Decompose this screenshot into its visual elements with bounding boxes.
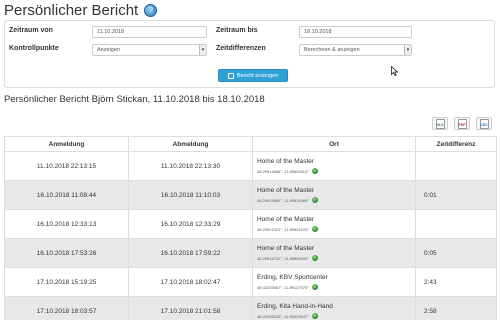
help-icon[interactable]: ? <box>144 3 158 17</box>
coordinates-text: 48.29919663°, 11.89514469° <box>257 197 309 203</box>
column-header-ort[interactable]: Ort <box>252 136 416 152</box>
ort-cell: Home of the Master 48.29914668°, 11.8950… <box>252 151 416 181</box>
zeitraum-bis-label: Zeitraum bis <box>216 27 258 34</box>
zeitdifferenzen-select[interactable]: Berechnen & anzeigen ▾ <box>299 44 412 56</box>
ort-coordinates: 48.29435015°, 11.90429647° <box>257 313 415 319</box>
anmeldung-cell: 16.10.2018 11:08:44 <box>4 180 129 210</box>
ort-cell: Erding, KBV Sportcenter 48.32205987°, 11… <box>252 267 416 297</box>
bericht-erzeugen-button[interactable]: Bericht erzeugen <box>218 69 288 82</box>
ort-name: Erding, KBV Sportcenter <box>257 274 328 281</box>
abmeldung-cell: 17.10.2018 21:01:58 <box>128 296 253 320</box>
zeitdifferenzen-label: Zeitdifferenzen <box>216 45 266 52</box>
coordinates-text: 48.29435015°, 11.90429647° <box>257 313 309 319</box>
zeitdifferenz-cell: 2:58 <box>415 296 497 320</box>
ort-name: Home of the Master <box>257 245 315 252</box>
coordinates-text: 48.32205987°, 11.89127075° <box>257 284 309 290</box>
chevron-down-icon: ▾ <box>404 45 411 55</box>
zeitdifferenz-cell: 2:43 <box>415 267 497 297</box>
column-header-zeitdifferenz[interactable]: Zeitdifferenz <box>415 136 497 152</box>
ort-coordinates: 48.32205987°, 11.89127075° <box>257 284 415 290</box>
bericht-erzeugen-label: Bericht erzeugen <box>236 72 279 79</box>
column-header-abmeldung[interactable]: Abmeldung <box>128 136 253 152</box>
ort-name: Home of the Master <box>257 158 315 165</box>
abmeldung-cell: 16.10.2018 11:10:03 <box>128 180 253 210</box>
table-row: 17.10.2018 18:03:57 17.10.2018 21:01:58 … <box>4 296 497 320</box>
zeitdifferenz-cell <box>415 209 497 239</box>
zeitdifferenz-cell: 0:01 <box>415 180 497 210</box>
abmeldung-cell: 11.10.2018 22:13:30 <box>128 151 253 181</box>
kontrollpunkte-label: Kontrollpunkte <box>9 45 59 52</box>
filter-panel: Zeitraum von Zeitraum bis Kontrollpunkte… <box>4 20 495 88</box>
anmeldung-cell: 16.10.2018 17:53:26 <box>4 238 129 268</box>
table-row: 11.10.2018 22:13:15 11.10.2018 22:13:30 … <box>4 151 497 181</box>
excel-export-icon: XLS <box>435 118 445 129</box>
globe-icon[interactable] <box>311 255 318 261</box>
abmeldung-cell: 16.10.2018 12:33:29 <box>128 209 253 239</box>
table-row: 16.10.2018 11:08:44 16.10.2018 11:10:03 … <box>4 180 497 210</box>
anmeldung-cell: 11.10.2018 22:13:15 <box>4 151 129 181</box>
ort-name: Erding, Kita Hand-in-Hand <box>257 303 333 310</box>
globe-icon[interactable] <box>311 168 318 174</box>
table-row: 17.10.2018 15:19:25 17.10.2018 18:02:47 … <box>4 267 497 297</box>
ort-cell: Erding, Kita Hand-in-Hand 48.29435015°, … <box>252 296 416 320</box>
report-subtitle: Persönlicher Bericht Björn Stickan, 11.1… <box>4 94 265 105</box>
coordinates-text: 48.29915732°, 11.89509160° <box>257 255 309 261</box>
pdf-export-icon: PDF <box>457 118 467 129</box>
mouse-cursor-icon <box>391 66 398 76</box>
csv-export-icon: CSV <box>479 118 489 129</box>
excel-export-button[interactable]: XLS <box>432 117 448 130</box>
csv-export-button[interactable]: CSV <box>476 117 492 130</box>
chevron-down-icon: ▾ <box>199 45 206 55</box>
abmeldung-cell: 17.10.2018 18:02:47 <box>128 267 253 297</box>
pdf-export-button[interactable]: PDF <box>454 117 470 130</box>
ort-coordinates: 48.29915732°, 11.89509160° <box>257 255 415 261</box>
anmeldung-cell: 17.10.2018 15:19:25 <box>4 267 129 297</box>
globe-icon[interactable] <box>311 226 318 232</box>
ort-cell: Home of the Master 48.29919663°, 11.8951… <box>252 180 416 210</box>
globe-icon[interactable] <box>311 197 318 203</box>
abmeldung-cell: 16.10.2018 17:59:22 <box>128 238 253 268</box>
ort-cell: Home of the Master 48.29921022°, 11.8950… <box>252 209 416 239</box>
globe-icon[interactable] <box>311 313 318 319</box>
globe-icon[interactable] <box>311 284 318 290</box>
zeitraum-von-label: Zeitraum von <box>9 27 53 34</box>
ort-coordinates: 48.29914668°, 11.89504514° <box>257 168 415 174</box>
zeitraum-von-input[interactable] <box>92 26 207 38</box>
table-header-row: Anmeldung Abmeldung Ort Zeitdifferenz <box>4 136 497 152</box>
page-header: Persönlicher Bericht ? <box>4 0 158 20</box>
column-header-anmeldung[interactable]: Anmeldung <box>4 136 129 152</box>
ort-coordinates: 48.29919663°, 11.89514469° <box>257 197 415 203</box>
zeitdifferenz-cell: 0:05 <box>415 238 497 268</box>
zeitraum-bis-input[interactable] <box>299 26 412 38</box>
table-row: 16.10.2018 12:33:13 16.10.2018 12:33:29 … <box>4 209 497 239</box>
coordinates-text: 48.29921022°, 11.89503103° <box>257 226 309 232</box>
coordinates-text: 48.29914668°, 11.89504514° <box>257 168 309 174</box>
ort-name: Home of the Master <box>257 187 315 194</box>
page-title: Persönlicher Bericht <box>4 1 139 19</box>
anmeldung-cell: 17.10.2018 18:03:57 <box>4 296 129 320</box>
ort-coordinates: 48.29921022°, 11.89503103° <box>257 226 415 232</box>
zeitdifferenz-cell <box>415 151 497 181</box>
ort-cell: Home of the Master 48.29915732°, 11.8950… <box>252 238 416 268</box>
kontrollpunkte-value: Anzeigen <box>97 47 120 53</box>
report-icon <box>227 72 234 79</box>
anmeldung-cell: 16.10.2018 12:33:13 <box>4 209 129 239</box>
table-row: 16.10.2018 17:53:26 16.10.2018 17:59:22 … <box>4 238 497 268</box>
zeitdifferenzen-value: Berechnen & anzeigen <box>304 47 360 53</box>
report-table: Anmeldung Abmeldung Ort Zeitdifferenz 11… <box>4 136 497 320</box>
export-toolbar: XLS PDF CSV <box>432 117 492 130</box>
ort-name: Home of the Master <box>257 216 315 223</box>
kontrollpunkte-select[interactable]: Anzeigen ▾ <box>92 44 207 56</box>
